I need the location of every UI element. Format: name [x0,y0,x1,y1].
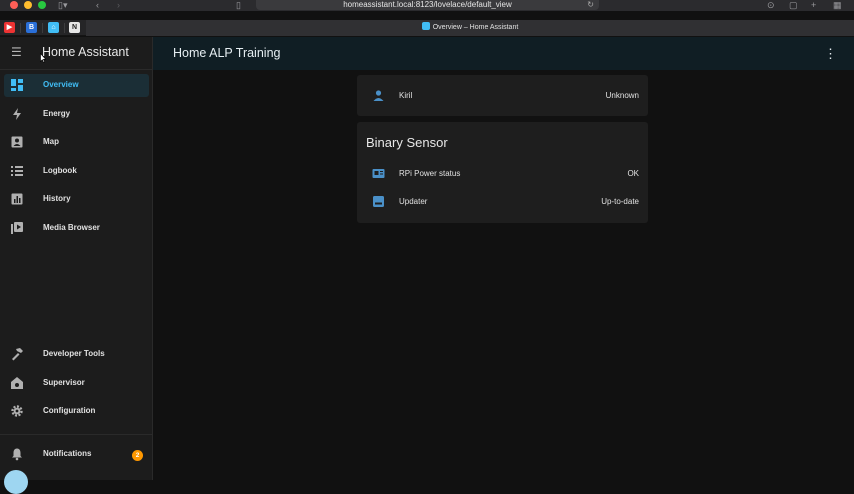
media-icon [11,222,23,234]
lightning-icon [13,108,21,120]
entity-state: OK [627,169,639,178]
sidebar-item-label: Developer Tools [43,349,105,358]
close-window-icon[interactable] [10,1,18,9]
sidebar-item-label: Configuration [43,406,96,415]
sidebar-item-label: Map [43,137,59,146]
privacy-icon[interactable]: ▯ [236,0,241,10]
active-tab[interactable]: Overview – Home Assistant [86,20,854,36]
youtube-favicon-icon[interactable]: ▶ [4,22,15,33]
sidebar-item-label: Overview [43,80,79,89]
binary-sensor-card: Binary Sensor RPi Power status OK Update… [357,122,648,223]
menu-collapse-icon[interactable]: ☰ [11,45,22,59]
forward-icon[interactable]: › [117,0,120,10]
tab-title: Overview – Home Assistant [432,24,519,31]
address-bar[interactable]: homeassistant.local:8123/lovelace/defaul… [256,0,599,10]
notification-count-badge: 2 [132,450,143,461]
entity-name: Kiril [399,91,413,100]
sidebar-divider [0,434,153,435]
sidebar: ☰ Home Assistant Overview Energy Map Log… [0,37,153,494]
sidebar-toggle-icon[interactable]: ▯▾ [58,0,67,10]
sidebar-item-label: Energy [43,109,71,118]
user-avatar[interactable] [4,470,28,494]
sidebar-item-developer-tools[interactable]: Developer Tools [4,343,149,366]
card-title: Binary Sensor [366,135,448,150]
sidebar-item-label: Media Browser [43,223,100,232]
new-tab-icon[interactable]: + [811,0,816,10]
entity-state: Up-to-date [601,197,639,206]
home-assistant-favicon-icon[interactable]: ⌂ [48,22,59,33]
sidebar-item-overview[interactable]: Overview [4,74,149,97]
history-icon [11,193,23,205]
download-icon[interactable]: ⊙ [767,0,775,10]
supervisor-icon [11,377,23,389]
pinned-favicon-icon[interactable]: N [69,22,80,33]
sidebar-item-media-browser[interactable]: Media Browser [4,217,149,240]
person-icon [373,90,384,101]
address-text: homeassistant.local:8123/lovelace/defaul… [343,0,512,9]
gear-icon [11,405,23,417]
updater-icon [373,196,384,207]
sidebar-item-map[interactable]: Map [4,131,149,154]
bell-icon [12,448,22,461]
minimize-window-icon[interactable] [24,1,32,9]
sidebar-item-energy[interactable]: Energy [4,103,149,126]
app-title: Home Assistant [42,45,129,59]
sidebar-item-label: Notifications [43,449,92,458]
pinned-favicon-icon[interactable]: B [26,22,37,33]
sidebar-item-history[interactable]: History [4,188,149,211]
hammer-icon [12,348,23,361]
sidebar-item-notifications[interactable]: Notifications 2 [4,443,149,466]
sidebar-item-supervisor[interactable]: Supervisor [4,372,149,395]
home-assistant-icon [421,22,430,30]
entity-row[interactable]: RPi Power status OK [357,165,648,183]
browser-toolbar: ▯▾ ‹ › ▯ homeassistant.local:8123/lovela… [0,0,854,11]
entity-row[interactable]: Kiril Unknown [357,87,648,105]
dashboard-icon [11,79,23,91]
zoom-window-icon[interactable] [38,1,46,9]
entity-row[interactable]: Updater Up-to-date [357,193,648,211]
sidebar-item-label: Logbook [43,166,77,175]
sidebar-item-configuration[interactable]: Configuration [4,400,149,423]
raspberry-pi-icon [372,169,385,178]
sidebar-item-logbook[interactable]: Logbook [4,160,149,183]
logbook-icon [11,166,23,176]
tab-strip: ▶ B ⌂ N Overview – Home Assistant [0,20,854,36]
map-icon [11,136,23,148]
mouse-cursor-icon [40,53,46,63]
sidebar-item-label: History [43,194,71,203]
share-icon[interactable]: ▢ [789,0,798,10]
overflow-menu-icon[interactable]: ⋮ [824,46,837,62]
sidebar-item-label: Supervisor [43,378,85,387]
reload-icon[interactable]: ↻ [587,0,594,10]
entity-name: RPi Power status [399,169,461,178]
person-card: Kiril Unknown [357,75,648,116]
sidebar-header: ☰ Home Assistant [0,37,153,70]
back-icon[interactable]: ‹ [96,0,99,10]
tab-overview-icon[interactable]: ▦ [833,0,842,10]
entity-state: Unknown [605,91,639,100]
view-title: Home ALP Training [173,46,281,60]
entity-name: Updater [399,197,428,206]
